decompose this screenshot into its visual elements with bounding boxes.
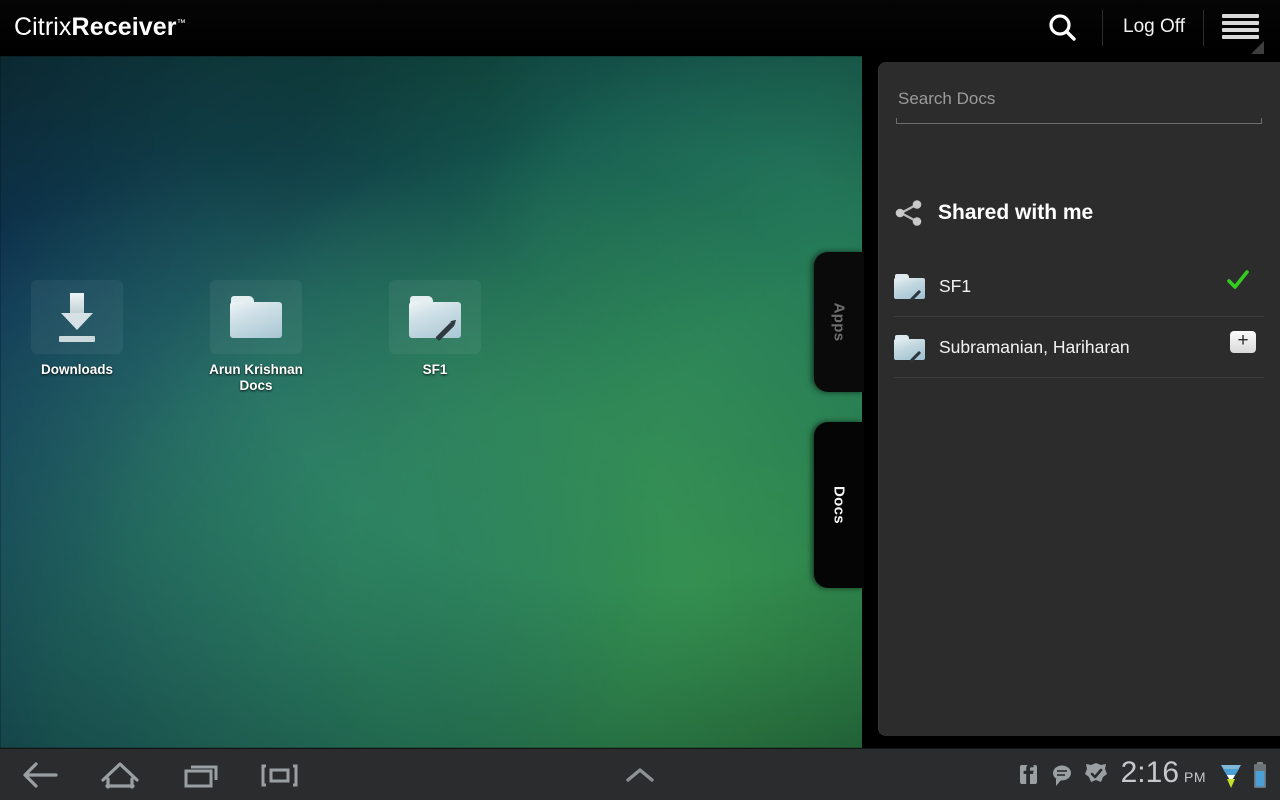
message-icon[interactable] [1045, 749, 1079, 800]
nav-home-button[interactable] [80, 749, 160, 800]
desktop-icon-downloads[interactable]: Downloads [17, 280, 137, 378]
recent-apps-icon [161, 749, 241, 800]
system-status-bar: 2:16 PM [1011, 749, 1280, 800]
screen-root: CitrixReceiver™ Log Off Downloads [0, 0, 1280, 800]
wifi-icon [1218, 749, 1244, 800]
add-button[interactable]: + [1230, 331, 1256, 353]
battery-icon [1252, 749, 1268, 800]
app-top-bar: CitrixReceiver™ Log Off [0, 0, 1280, 56]
brand-second: Receiver [72, 13, 177, 41]
download-arrow-icon [59, 293, 95, 342]
divider-left [1102, 10, 1103, 46]
home-icon [80, 749, 160, 800]
side-tab-apps[interactable]: Apps [814, 252, 864, 392]
nav-fullscreen-button[interactable] [239, 749, 319, 800]
folder-edit-icon [894, 274, 925, 299]
status-clock: 2:16 PM [1121, 758, 1206, 792]
doc-list-item[interactable]: Subramanian, Hariharan + [894, 317, 1264, 378]
nav-recent-apps-button[interactable] [161, 749, 241, 800]
back-arrow-icon [0, 749, 80, 800]
doc-item-label: SF1 [939, 276, 1264, 297]
side-tab-docs[interactable]: Docs [814, 422, 864, 588]
doc-item-label: Subramanian, Hariharan [939, 337, 1264, 358]
android-navigation-bar: 2:16 PM [0, 748, 1280, 800]
brand-trademark: ™ [177, 18, 186, 28]
citrix-receiver-logo: CitrixReceiver™ [14, 13, 186, 42]
facebook-icon[interactable] [1011, 749, 1045, 800]
search-underline [896, 123, 1262, 124]
chevron-up-icon [600, 749, 680, 800]
icon-tile [389, 280, 481, 354]
folder-edit-icon [894, 335, 925, 360]
desktop-icon-label: Arun Krishnan Docs [196, 362, 316, 394]
search-docs-input[interactable] [896, 82, 1262, 116]
section-title: Shared with me [938, 201, 1093, 225]
clock-time: 2:16 [1121, 758, 1179, 788]
shared-with-me-header: Shared with me [894, 200, 1093, 226]
fullscreen-icon [239, 749, 319, 800]
check-badge-icon[interactable] [1079, 749, 1113, 800]
desktop-icon-sf1[interactable]: SF1 [375, 280, 495, 378]
list-divider [894, 377, 1264, 378]
corner-triangle-icon [1251, 41, 1264, 54]
search-icon [1040, 8, 1084, 48]
log-off-button[interactable]: Log Off [1118, 16, 1190, 38]
desktop-icon-arun-krishnan-docs[interactable]: Arun Krishnan Docs [196, 280, 316, 394]
desktop-icon-label: Downloads [17, 362, 137, 378]
divider-right [1203, 10, 1204, 46]
desktop-icon-label: SF1 [375, 362, 495, 378]
share-icon [894, 200, 924, 226]
folder-icon [230, 296, 282, 338]
nav-expand-button[interactable] [600, 749, 680, 800]
side-tab-label: Apps [831, 303, 848, 342]
check-icon[interactable] [1226, 268, 1250, 292]
nav-back-button[interactable] [0, 749, 80, 800]
icon-tile [210, 280, 302, 354]
brand-first: Citrix [14, 13, 72, 41]
search-docs-field[interactable] [896, 82, 1262, 124]
icon-tile [31, 280, 123, 354]
doc-list-item[interactable]: SF1 [894, 256, 1264, 317]
folder-edit-icon [409, 296, 461, 338]
side-tab-label: Docs [831, 486, 848, 524]
docs-panel: Shared with me SF1 Subramanian, Harihara… [878, 62, 1280, 736]
search-button[interactable] [1040, 8, 1084, 48]
menu-button[interactable] [1222, 14, 1262, 46]
clock-period: PM [1184, 762, 1206, 792]
